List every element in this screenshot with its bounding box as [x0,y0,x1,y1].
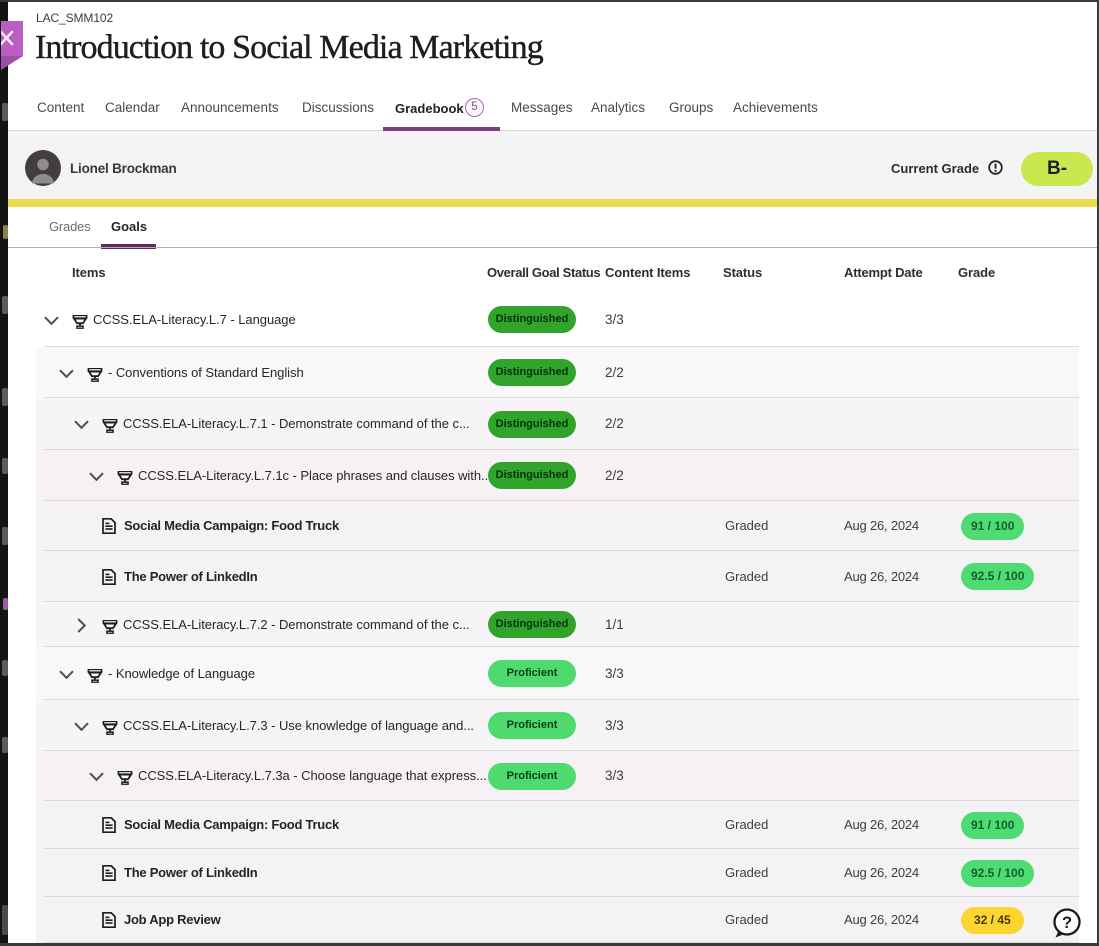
svg-text:?: ? [1062,914,1072,932]
